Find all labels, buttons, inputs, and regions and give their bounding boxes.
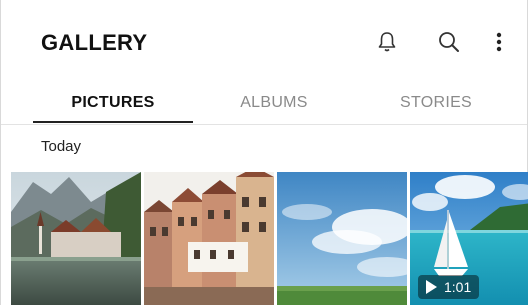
notifications-button[interactable] xyxy=(373,28,401,56)
date-section-label: Today xyxy=(41,138,82,155)
app-header: GALLERY xyxy=(1,0,527,82)
thumbnail-sailboat-video[interactable]: 1:01 xyxy=(410,172,528,305)
gallery-app: GALLERY PICTURES ALBUMS STORIES Today 1:… xyxy=(0,0,528,305)
play-icon xyxy=(426,280,437,294)
more-vert-icon xyxy=(495,30,503,54)
tab-bar: PICTURES ALBUMS STORIES xyxy=(1,82,527,124)
thumbnail-lakeside-village[interactable] xyxy=(11,172,141,305)
thumbnail-grid: 1:01 xyxy=(11,172,528,305)
search-icon xyxy=(437,30,461,54)
video-duration: 1:01 xyxy=(444,279,472,295)
bell-icon xyxy=(375,30,399,54)
video-duration-badge: 1:01 xyxy=(418,275,480,299)
tab-pictures[interactable]: PICTURES xyxy=(33,82,193,124)
tab-albums[interactable]: ALBUMS xyxy=(194,82,354,124)
tab-stories[interactable]: STORIES xyxy=(356,82,516,124)
thumbnail-old-town-houses[interactable] xyxy=(144,172,274,305)
more-options-button[interactable] xyxy=(485,28,513,56)
page-title: GALLERY xyxy=(41,30,148,55)
search-button[interactable] xyxy=(435,28,463,56)
thumbnail-sky-field[interactable] xyxy=(277,172,407,305)
active-tab-indicator xyxy=(33,121,193,123)
divider xyxy=(1,124,527,125)
